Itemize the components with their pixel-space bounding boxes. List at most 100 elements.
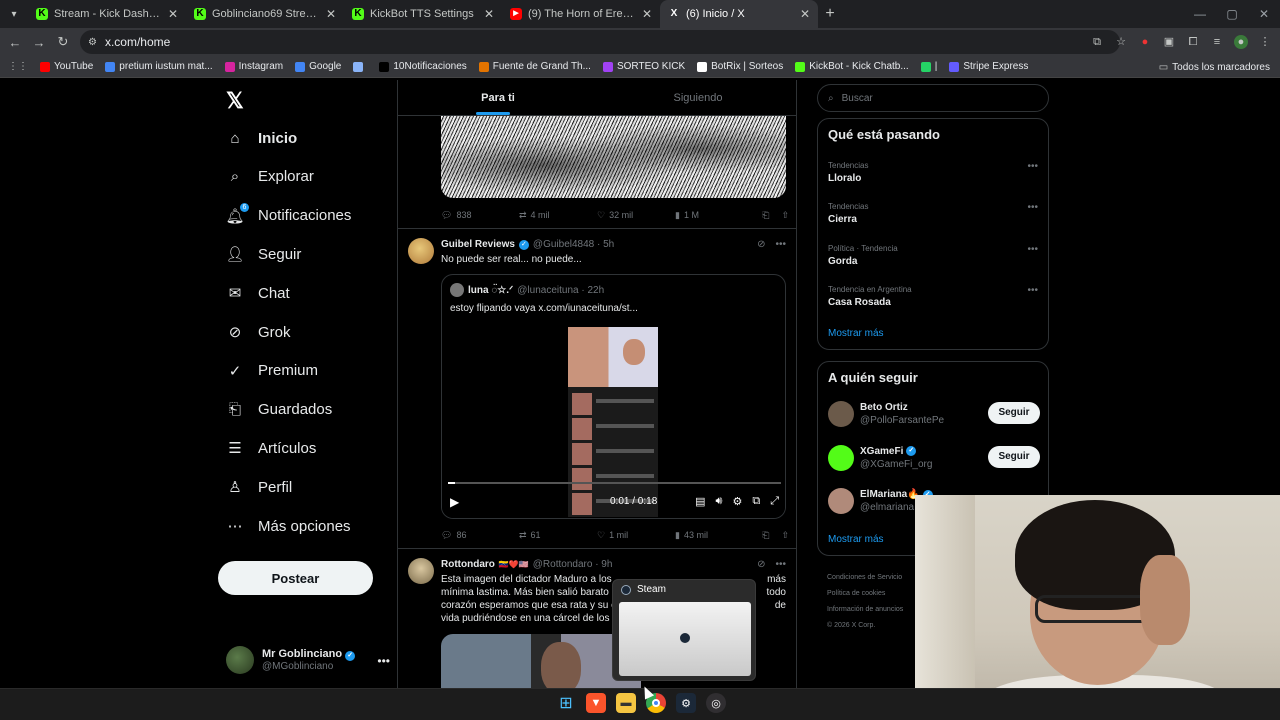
- views-button[interactable]: ▮ 1 M: [675, 210, 755, 221]
- share-icon[interactable]: ⇧: [781, 530, 789, 541]
- nav-item-art-culos[interactable]: ☰ Artículos: [226, 433, 316, 463]
- avatar[interactable]: [828, 444, 854, 471]
- trend-item[interactable]: Política · Tendencia Gorda •••: [828, 244, 1040, 267]
- close-icon[interactable]: ✕: [484, 7, 494, 21]
- tab-search-chevron-icon[interactable]: ▾: [0, 0, 28, 28]
- post-image[interactable]: [441, 634, 641, 688]
- bookmark-item[interactable]: [347, 61, 373, 72]
- post-button[interactable]: Postear: [218, 561, 373, 595]
- windows-start-icon[interactable]: ⊞: [556, 693, 576, 713]
- more-icon[interactable]: •••: [775, 559, 786, 570]
- avatar[interactable]: [828, 488, 854, 514]
- bookmark-item[interactable]: Fuente de Grand Th...: [473, 61, 597, 72]
- share-icon[interactable]: ⇧: [781, 210, 789, 221]
- tab-siguiendo[interactable]: Siguiendo: [598, 80, 796, 115]
- install-app-icon[interactable]: ⧉: [1090, 35, 1104, 49]
- tab-kickbot-tts[interactable]: K KickBot TTS Settings ✕: [344, 0, 502, 28]
- maximize-icon[interactable]: ▢: [1216, 0, 1248, 28]
- trend-item[interactable]: Tendencias Lloralo •••: [828, 161, 1040, 184]
- nav-item-chat[interactable]: ✉ Chat: [226, 278, 290, 308]
- bookmark-item[interactable]: SORTEO KICK: [597, 61, 691, 72]
- more-icon[interactable]: •••: [377, 654, 390, 668]
- quoted-post[interactable]: luna ◌̈☆.ᐟ @lunaceituna · 22h estoy flip…: [441, 274, 786, 519]
- extension-red-icon[interactable]: ●: [1138, 35, 1152, 49]
- profile-avatar-icon[interactable]: ●: [1234, 35, 1248, 49]
- author-handle[interactable]: @Rottondaro · 9h: [533, 559, 613, 570]
- play-icon[interactable]: ▶: [450, 495, 459, 509]
- bookmark-item[interactable]: BotRix | Sorteos: [691, 61, 789, 72]
- follow-button[interactable]: Seguir: [988, 402, 1040, 424]
- show-more-link[interactable]: Mostrar más: [828, 328, 884, 339]
- captions-icon[interactable]: ▤: [695, 495, 705, 508]
- nav-item-perfil[interactable]: ♙ Perfil: [226, 472, 292, 502]
- more-icon[interactable]: •••: [775, 239, 786, 250]
- all-bookmarks-folder[interactable]: ▭ Todos los marcadores: [1159, 56, 1270, 78]
- address-bar[interactable]: ⚙ x.com/home: [80, 30, 1120, 54]
- video-progress-bar[interactable]: [448, 482, 781, 484]
- nav-item-premium[interactable]: ✓ Premium: [226, 356, 318, 386]
- file-explorer-icon[interactable]: ▬: [616, 693, 636, 713]
- bookmark-item[interactable]: Instagram: [219, 61, 289, 72]
- follow-name[interactable]: XGameFi: [860, 446, 903, 457]
- bookmark-button[interactable]: ⎗ ⇧: [762, 210, 789, 221]
- bookmark-button[interactable]: ⎗ ⇧: [762, 530, 789, 541]
- avatar[interactable]: [828, 401, 854, 427]
- follow-name[interactable]: ElMariana🔥: [860, 489, 920, 500]
- volume-icon[interactable]: 🔊︎: [716, 495, 723, 508]
- author-handle[interactable]: @Guibel4848 · 5h: [533, 239, 614, 250]
- minimize-icon[interactable]: —: [1184, 0, 1216, 28]
- follow-suggestion[interactable]: Beto Ortiz @PolloFarsantePe Seguir: [828, 399, 1040, 429]
- more-icon[interactable]: •••: [1027, 285, 1038, 296]
- footer-link[interactable]: Política de cookies: [827, 586, 903, 602]
- bookmark-item[interactable]: 10Notificaciones: [373, 61, 472, 72]
- account-switcher[interactable]: Mr Goblinciano ✓ @MGoblinciano •••: [226, 640, 390, 680]
- bookmark-item[interactable]: KickBot - Kick Chatb...: [789, 61, 914, 72]
- nav-item-guardados[interactable]: ⎗ Guardados: [226, 395, 332, 425]
- back-icon[interactable]: ←: [3, 35, 27, 50]
- pip-icon[interactable]: ⧉: [752, 495, 760, 508]
- search-input[interactable]: ⌕ Buscar: [817, 84, 1049, 112]
- extensions-puzzle-icon[interactable]: ⧠: [1186, 35, 1200, 49]
- address-text[interactable]: x.com/home: [105, 35, 170, 49]
- steam-icon[interactable]: ⚙: [676, 693, 696, 713]
- site-info-icon[interactable]: ⚙: [88, 37, 97, 48]
- trend-item[interactable]: Tendencia en Argentina Casa Rosada •••: [828, 285, 1040, 308]
- more-icon[interactable]: •••: [1027, 161, 1038, 172]
- grok-icon[interactable]: ⊘: [757, 559, 765, 570]
- apps-icon[interactable]: ⋮⋮: [0, 61, 34, 72]
- reply-button[interactable]: 💬︎ 86: [441, 530, 519, 541]
- tab-youtube-horn-of-erebor[interactable]: ▶ (9) The Horn of Erebor | ISOLAT ✕: [502, 0, 660, 28]
- bookmark-item[interactable]: pretium iustum mat...: [99, 61, 218, 72]
- trend-item[interactable]: Tendencias Cierra •••: [828, 202, 1040, 225]
- nav-item-inicio[interactable]: ⌂ Inicio: [226, 123, 297, 153]
- more-icon[interactable]: •••: [1027, 202, 1038, 213]
- avatar[interactable]: [408, 238, 434, 264]
- steam-window-preview[interactable]: [619, 602, 751, 676]
- follow-button[interactable]: Seguir: [988, 445, 1040, 468]
- views-button[interactable]: ▮ 43 mil: [675, 530, 755, 541]
- media-controls-icon[interactable]: ≡: [1210, 35, 1224, 49]
- bookmark-item[interactable]: YouTube: [34, 61, 99, 72]
- fullscreen-icon[interactable]: ⤢: [770, 495, 779, 508]
- reload-icon[interactable]: ↻: [51, 34, 75, 50]
- show-more-link[interactable]: Mostrar más: [828, 534, 884, 545]
- new-tab-button[interactable]: +: [818, 5, 842, 23]
- taskbar-preview-steam[interactable]: Steam: [612, 579, 756, 681]
- tab-para-ti[interactable]: Para ti: [398, 80, 598, 115]
- close-window-icon[interactable]: ✕: [1248, 0, 1280, 28]
- tab-x-inicio[interactable]: X (6) Inicio / X ✕: [660, 0, 818, 28]
- bookmark-item[interactable]: Stripe Express: [943, 61, 1034, 72]
- settings-gear-icon[interactable]: ⚙: [732, 495, 742, 508]
- like-button[interactable]: ♡ 32 mil: [597, 210, 675, 221]
- repost-button[interactable]: ⇄ 61: [519, 530, 597, 541]
- follow-name[interactable]: Beto Ortiz: [860, 402, 908, 413]
- brave-browser-icon[interactable]: ▼: [586, 693, 606, 713]
- nav-item-m-s-opciones[interactable]: ⋯ Más opciones: [226, 511, 351, 541]
- tab-goblinciano-stream[interactable]: K Goblinciano69 Stream - Watch ✕: [186, 0, 344, 28]
- repost-button[interactable]: ⇄ 4 mil: [519, 210, 597, 221]
- nav-item-explorar[interactable]: ⌕ Explorar: [226, 162, 314, 192]
- nav-item-notificaciones[interactable]: 🔔︎ 6 Notificaciones: [225, 201, 351, 231]
- close-icon[interactable]: ✕: [642, 7, 652, 21]
- close-icon[interactable]: ✕: [800, 7, 810, 21]
- more-icon[interactable]: •••: [1027, 244, 1038, 255]
